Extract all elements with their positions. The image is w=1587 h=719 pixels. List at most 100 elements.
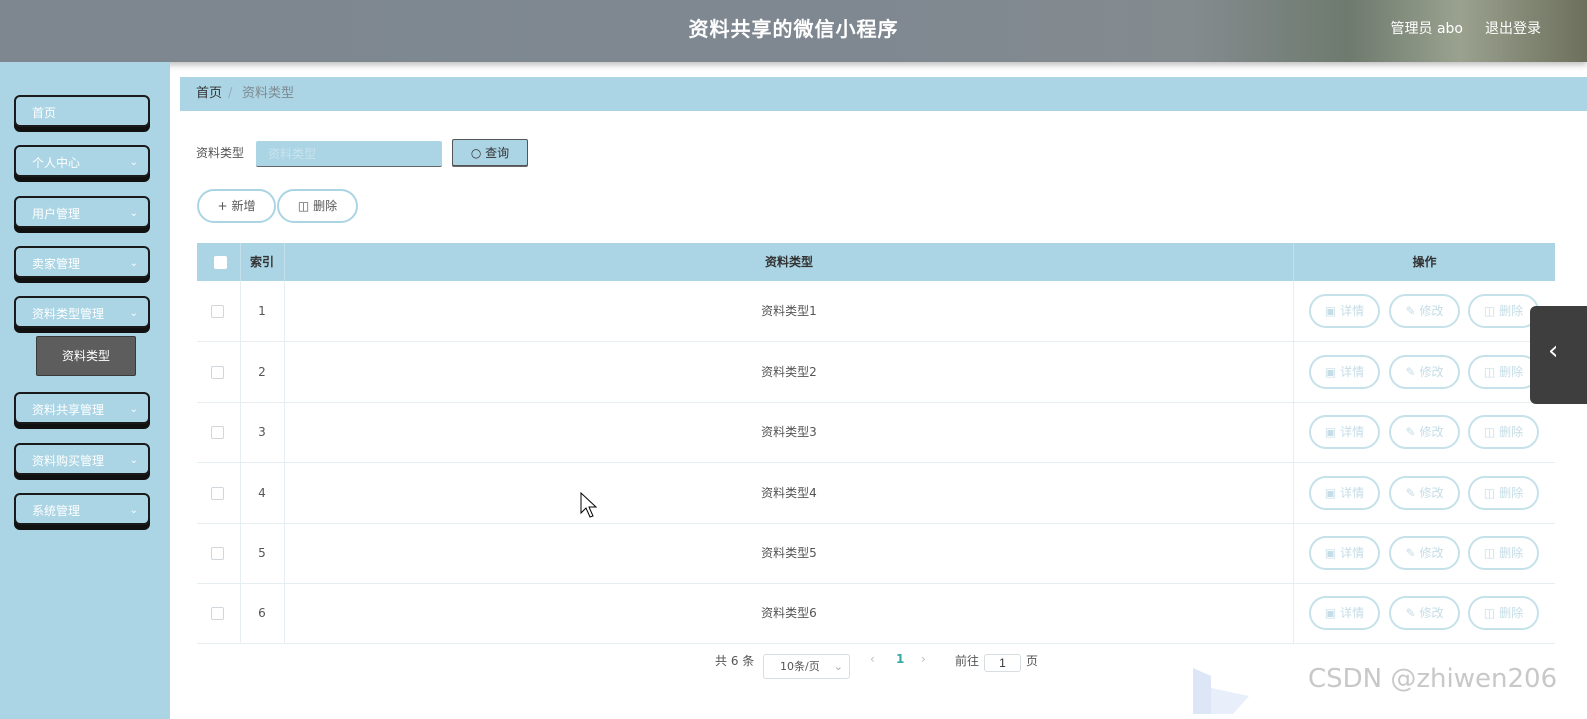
row-checkbox[interactable] — [211, 607, 224, 620]
column-header-type: 资料类型 — [764, 255, 813, 269]
detail-label: 详情 — [1340, 304, 1365, 318]
delete-button[interactable]: ◫ 删除 — [1468, 476, 1539, 510]
search-input[interactable] — [256, 141, 442, 167]
breadcrumb-home[interactable]: 首页 — [196, 77, 222, 111]
row-index: 3 — [258, 425, 266, 439]
top-header: 资料共享的微信小程序 管理员 abo 退出登录 — [0, 0, 1587, 62]
chevron-down-icon: ⌄ — [129, 208, 138, 219]
sidebar-item-material-purchase-management[interactable]: 资料购买管理 ⌄ — [14, 443, 150, 475]
detail-label: 详情 — [1340, 425, 1365, 439]
edit-button[interactable]: ✎ 修改 — [1389, 596, 1460, 630]
sidebar-item-home[interactable]: 首页 — [14, 95, 150, 127]
edit-button[interactable]: ✎ 修改 — [1389, 415, 1460, 449]
delete-button[interactable]: ◫ 删除 — [1468, 415, 1539, 449]
sidebar-item-seller-management[interactable]: 卖家管理 ⌄ — [14, 246, 150, 278]
sidebar-item-user-management[interactable]: 用户管理 ⌄ — [14, 196, 150, 228]
search-label: 资料类型 — [196, 146, 245, 160]
trash-icon: ◫ — [1483, 546, 1496, 560]
logout-link[interactable]: 退出登录 — [1485, 18, 1541, 38]
sidebar-item-label: 资料类型管理 — [32, 307, 105, 321]
goto-label: 前往 — [955, 654, 980, 668]
edit-label: 修改 — [1419, 425, 1444, 439]
detail-button[interactable]: ▣ 详情 — [1309, 596, 1380, 630]
detail-button[interactable]: ▣ 详情 — [1309, 355, 1380, 389]
sidebar-item-personal-center[interactable]: 个人中心 ⌄ — [14, 145, 150, 177]
delete-button[interactable]: ◫ 删除 — [1468, 536, 1539, 570]
row-checkbox[interactable] — [211, 487, 224, 500]
row-type: 资料类型6 — [761, 606, 817, 620]
row-checkbox[interactable] — [211, 547, 224, 560]
sidebar-item-label: 资料共享管理 — [32, 403, 105, 417]
edit-button[interactable]: ✎ 修改 — [1389, 476, 1460, 510]
row-checkbox[interactable] — [211, 366, 224, 379]
table-row: 5 资料类型5 ▣ 详情 ✎ 修改 ◫ 删除 — [197, 523, 1555, 584]
app-title: 资料共享的微信小程序 — [688, 17, 899, 41]
sidebar-item-label: 首页 — [32, 106, 57, 120]
next-page-icon[interactable]: › — [921, 652, 926, 666]
document-icon: ▣ — [1324, 425, 1337, 439]
chevron-down-icon: ⌄ — [129, 404, 138, 415]
goto-page-input[interactable] — [984, 654, 1021, 672]
sidebar: 首页 个人中心 ⌄ 用户管理 ⌄ 卖家管理 ⌄ 资料类型管理 ⌄ 资料类型 资料… — [0, 62, 170, 719]
row-checkbox[interactable] — [211, 426, 224, 439]
edit-button[interactable]: ✎ 修改 — [1389, 355, 1460, 389]
trash-icon: ◫ — [1483, 365, 1496, 379]
sidebar-subitem-material-type[interactable]: 资料类型 — [36, 336, 136, 376]
delete-button[interactable]: ◫ 删除 — [1468, 294, 1539, 328]
trash-icon: ◫ — [297, 199, 310, 213]
detail-label: 详情 — [1340, 606, 1365, 620]
watermark-text: CSDN @zhiwen206 — [1308, 664, 1558, 694]
page-size-label: 10条/页 — [780, 660, 820, 673]
current-page[interactable]: 1 — [896, 652, 904, 666]
delete-button[interactable]: ◫ 删除 — [1468, 596, 1539, 630]
chevron-down-icon: ⌄ — [129, 157, 138, 168]
delete-button[interactable]: ◫ 删除 — [1468, 355, 1539, 389]
trash-icon: ◫ — [1483, 304, 1496, 318]
delete-label: 删除 — [1499, 606, 1524, 620]
row-type: 资料类型4 — [761, 486, 817, 500]
row-type: 资料类型1 — [761, 304, 817, 318]
chevron-down-icon: ⌄ — [833, 660, 843, 673]
detail-button[interactable]: ▣ 详情 — [1309, 294, 1380, 328]
edit-label: 修改 — [1419, 546, 1444, 560]
chevron-down-icon: ⌄ — [129, 308, 138, 319]
delete-label: 删除 — [1499, 486, 1524, 500]
row-type: 资料类型3 — [761, 425, 817, 439]
pencil-icon: ✎ — [1405, 425, 1416, 439]
row-type: 资料类型2 — [761, 365, 817, 379]
edit-button[interactable]: ✎ 修改 — [1389, 536, 1460, 570]
watermark-logo — [1193, 668, 1249, 714]
delete-label: 删除 — [1499, 365, 1524, 379]
breadcrumb: 首页 / 资料类型 — [180, 77, 1587, 111]
prev-page-icon[interactable]: ‹ — [870, 652, 875, 666]
row-checkbox[interactable] — [211, 305, 224, 318]
sidebar-item-system-management[interactable]: 系统管理 ⌄ — [14, 493, 150, 525]
trash-icon: ◫ — [1483, 425, 1496, 439]
batch-delete-button[interactable]: ◫ 删除 — [277, 189, 358, 223]
side-collapse-tab[interactable]: ‹ — [1530, 306, 1587, 404]
search-button-label: 查询 — [485, 146, 510, 160]
detail-button[interactable]: ▣ 详情 — [1309, 415, 1380, 449]
edit-label: 修改 — [1419, 606, 1444, 620]
sidebar-item-material-share-management[interactable]: 资料共享管理 ⌄ — [14, 392, 150, 424]
page-size-select[interactable]: 10条/页 ⌄ — [763, 654, 850, 679]
pencil-icon: ✎ — [1405, 606, 1416, 620]
pencil-icon: ✎ — [1405, 304, 1416, 318]
plus-icon: + — [217, 199, 228, 213]
search-button[interactable]: ○ 查询 — [452, 139, 528, 166]
detail-button[interactable]: ▣ 详情 — [1309, 536, 1380, 570]
table-row: 6 资料类型6 ▣ 详情 ✎ 修改 ◫ 删除 — [197, 583, 1555, 644]
search-icon: ○ — [470, 146, 482, 160]
table-row: 2 资料类型2 ▣ 详情 ✎ 修改 ◫ 删除 — [197, 342, 1555, 403]
edit-button[interactable]: ✎ 修改 — [1389, 294, 1460, 328]
table-row: 1 资料类型1 ▣ 详情 ✎ 修改 ◫ 删除 — [197, 281, 1555, 342]
detail-label: 详情 — [1340, 486, 1365, 500]
select-all-checkbox[interactable] — [214, 256, 227, 269]
sidebar-item-label: 卖家管理 — [32, 257, 81, 271]
detail-button[interactable]: ▣ 详情 — [1309, 476, 1380, 510]
add-button[interactable]: + 新增 — [197, 189, 276, 223]
breadcrumb-current: 资料类型 — [242, 86, 295, 101]
mouse-cursor-icon — [580, 492, 598, 518]
sidebar-item-material-type-management[interactable]: 资料类型管理 ⌄ — [14, 296, 150, 328]
document-icon: ▣ — [1324, 365, 1337, 379]
